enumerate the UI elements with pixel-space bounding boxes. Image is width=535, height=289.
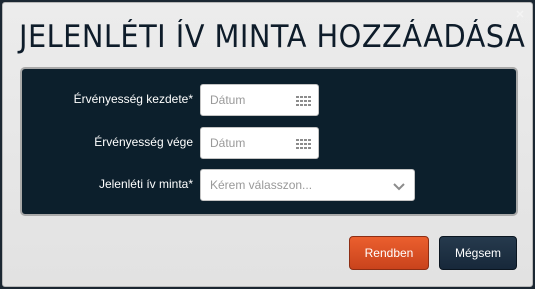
dialog-title: JELENLÉTI ÍV MINTA HOZZÁADÁSA bbox=[19, 19, 526, 55]
template-select[interactable]: Kérem válasszon... bbox=[200, 169, 415, 201]
chevron-down-icon bbox=[392, 179, 406, 193]
template-label: Jelenléti ív minta* bbox=[98, 177, 193, 191]
end-date-input[interactable]: Dátum bbox=[200, 127, 319, 159]
add-attendance-template-dialog: JELENLÉTI ÍV MINTA HOZZÁADÁSA Érvényessé… bbox=[2, 2, 533, 287]
close-button[interactable] bbox=[512, 7, 528, 23]
start-date-placeholder: Dátum bbox=[210, 93, 246, 107]
end-date-placeholder: Dátum bbox=[210, 136, 246, 150]
calendar-icon[interactable] bbox=[296, 139, 312, 149]
form-panel: Érvényesség kezdete* Dátum Érvényesség v… bbox=[20, 67, 518, 216]
end-date-label: Érvényesség vége bbox=[94, 135, 193, 149]
cancel-button[interactable]: Mégsem bbox=[439, 236, 517, 270]
start-date-row: Érvényesség kezdete* Dátum bbox=[22, 84, 516, 116]
start-date-label: Érvényesség kezdete* bbox=[73, 92, 193, 106]
template-row: Jelenléti ív minta* Kérem válasszon... bbox=[22, 169, 516, 201]
ok-button[interactable]: Rendben bbox=[349, 236, 429, 270]
end-date-row: Érvényesség vége Dátum bbox=[22, 127, 516, 159]
start-date-input[interactable]: Dátum bbox=[200, 84, 319, 116]
calendar-icon[interactable] bbox=[296, 96, 312, 106]
template-select-placeholder: Kérem válasszon... bbox=[210, 178, 313, 192]
close-icon bbox=[515, 6, 525, 24]
